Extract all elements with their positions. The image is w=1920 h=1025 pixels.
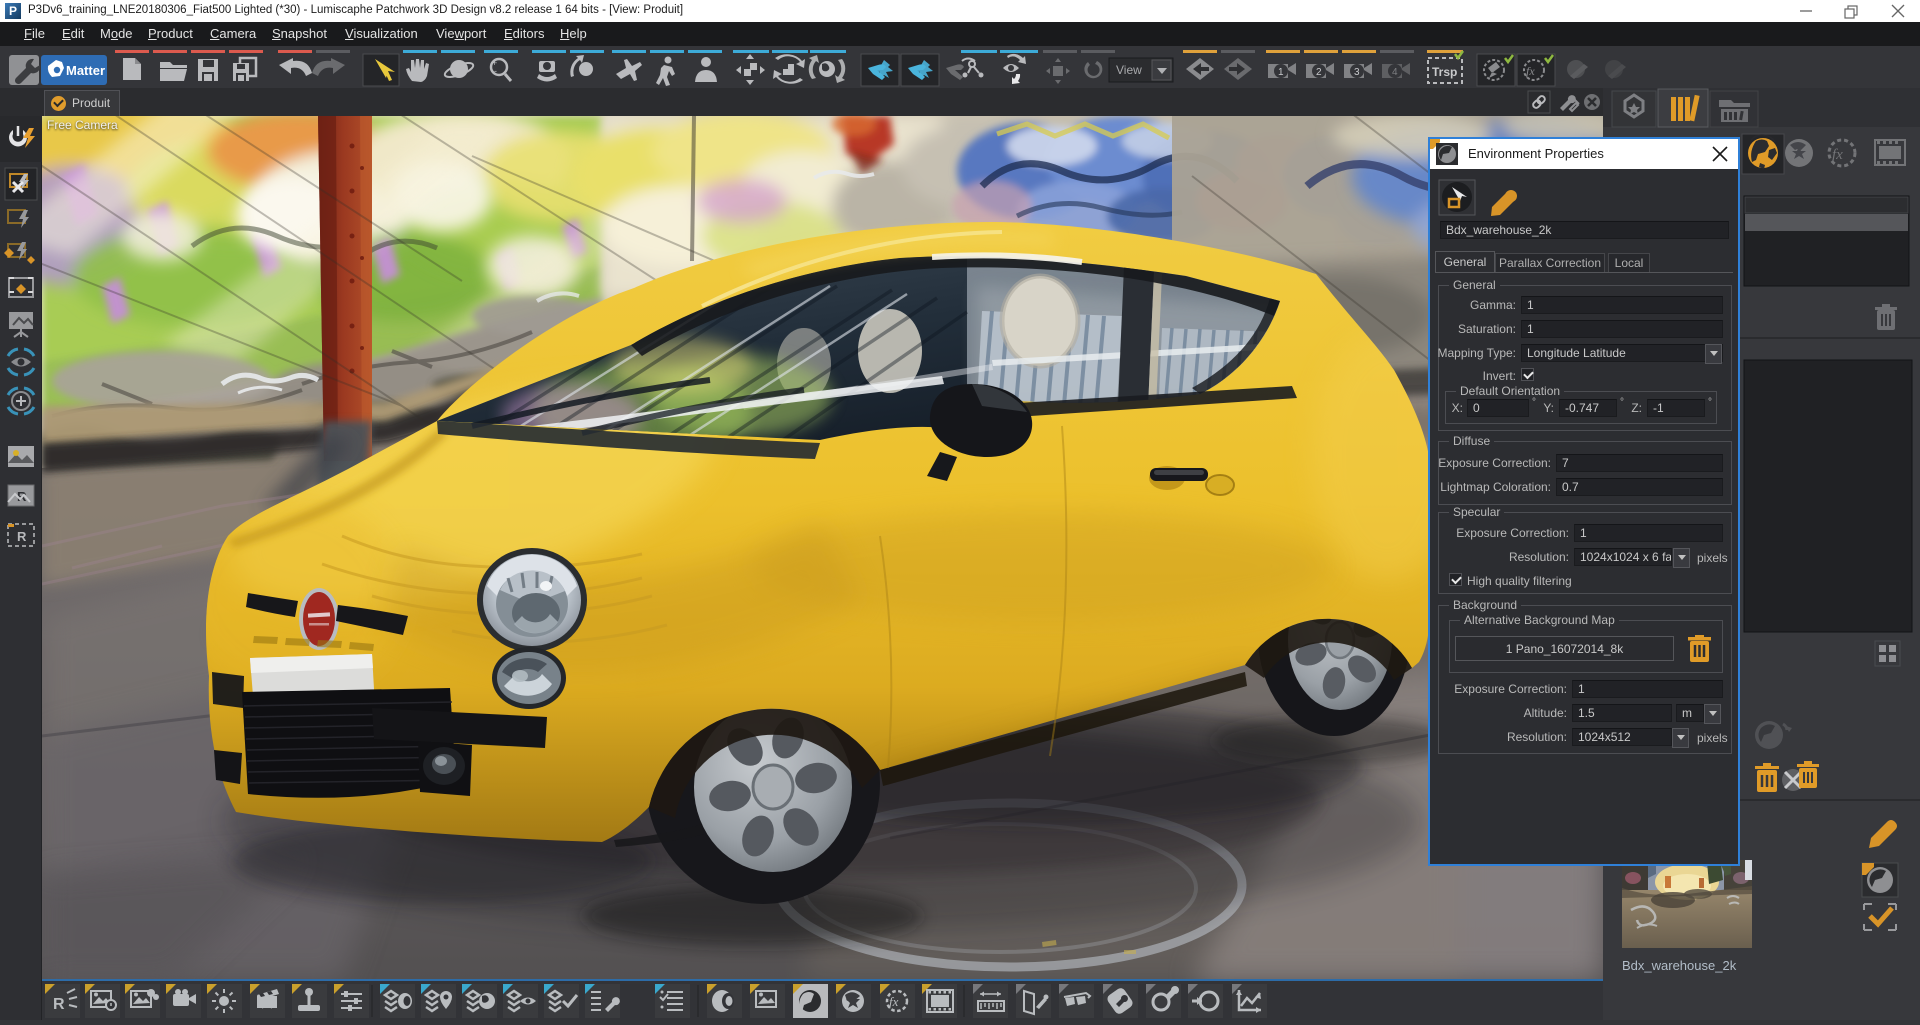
svg-text:View: View <box>1116 63 1142 77</box>
svg-text:2: 2 <box>1316 67 1322 78</box>
svg-text:fx: fx <box>1832 147 1843 163</box>
svg-text:R: R <box>53 996 65 1013</box>
svg-text:Matter: Matter <box>66 63 105 78</box>
svg-text:fx: fx <box>1526 64 1535 78</box>
svg-text:Bdx_warehouse_2k: Bdx_warehouse_2k <box>1622 958 1737 973</box>
svg-text:Trsp: Trsp <box>1432 65 1457 79</box>
svg-text:R: R <box>17 529 27 544</box>
svg-text:-: - <box>494 66 497 76</box>
svg-text:3: 3 <box>1354 67 1360 78</box>
svg-text:4: 4 <box>1392 67 1398 78</box>
svg-text:fx: fx <box>889 994 899 1009</box>
svg-text:1: 1 <box>1278 67 1284 78</box>
